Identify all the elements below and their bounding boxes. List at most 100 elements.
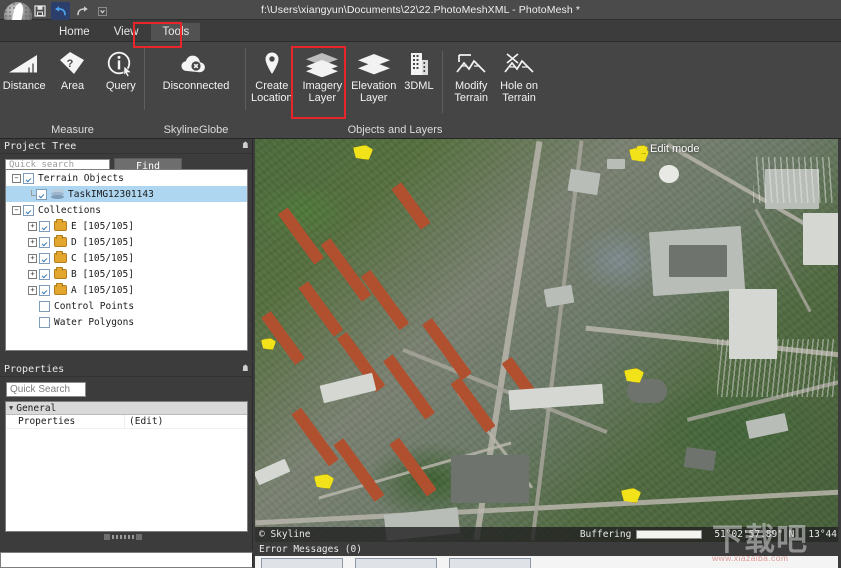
error-messages-panel: Error Messages (0)	[255, 542, 841, 568]
panel-splitter-grip[interactable]	[90, 533, 155, 540]
collapse-icon[interactable]: −	[12, 205, 21, 215]
pin-icon[interactable]: ☗	[243, 141, 248, 151]
tree-item-checkbox[interactable]	[39, 220, 50, 232]
tree-item-checkbox[interactable]	[39, 236, 50, 248]
ribbon-group-measure: Distance ? Area Query Measure	[0, 42, 145, 138]
expand-icon[interactable]: +	[28, 237, 37, 247]
create-location-button[interactable]: Create Location	[247, 45, 297, 104]
error-messages-body[interactable]	[255, 556, 841, 568]
tree-item[interactable]: + E [105/105]	[6, 218, 247, 234]
tree-item[interactable]: + C [105/105]	[6, 250, 247, 266]
layers-stack-icon	[304, 49, 340, 79]
modify-terrain-button[interactable]: Modify Terrain	[447, 45, 495, 104]
tree-item[interactable]: − Collections	[6, 202, 247, 218]
expand-icon[interactable]: +	[28, 253, 37, 263]
distance-label: Distance	[2, 80, 46, 92]
area-button[interactable]: ? Area	[48, 45, 96, 93]
project-tree-list[interactable]: − Terrain Objects TaskIMG12301143 − Collecti…	[5, 169, 248, 351]
error-tab[interactable]	[355, 558, 437, 568]
tree-item-checkbox[interactable]	[23, 172, 34, 184]
edit-mode-label: Edit mode	[650, 143, 700, 155]
tree-item[interactable]: Water Polygons	[6, 314, 247, 330]
properties-group-header[interactable]: ▼ General	[6, 402, 247, 415]
hole-on-terrain-label: Hole on Terrain	[500, 80, 539, 104]
property-row[interactable]: Properties (Edit)	[6, 415, 247, 429]
map-viewport[interactable]: © Skyline Buffering 51°02'57.89" N 13°44	[255, 139, 841, 542]
properties-header: Properties ☗	[0, 362, 252, 377]
tree-item[interactable]: + B [105/105]	[6, 266, 247, 282]
properties-quick-search-input[interactable]: Quick Search	[6, 382, 86, 397]
ribbon-group-skylineglobe: Disconnected SkylineGlobe	[146, 42, 246, 138]
modify-terrain-label: Modify Terrain	[454, 80, 489, 104]
3dml-label: 3DML	[404, 80, 434, 92]
project-tree-title: Project Tree	[4, 140, 77, 152]
map-attribution: © Skyline	[259, 529, 311, 540]
window-title: f:\Users\xiangyun\Documents\22\22.PhotoM…	[260, 3, 580, 16]
hole-on-terrain-button[interactable]: Hole on Terrain	[495, 45, 543, 104]
distance-button[interactable]: Distance	[0, 45, 48, 93]
expand-icon[interactable]: +	[28, 269, 37, 279]
disconnected-button[interactable]: Disconnected	[148, 45, 244, 93]
property-key: Properties	[18, 416, 76, 427]
error-messages-header: Error Messages (0)	[259, 543, 362, 555]
area-question-icon: ?	[57, 49, 87, 79]
buffering-label: Buffering	[579, 529, 632, 540]
group-label-skylineglobe: SkylineGlobe	[163, 124, 229, 136]
properties-grid[interactable]: ▼ General Properties (Edit)	[5, 401, 248, 532]
tab-view[interactable]: View	[103, 23, 150, 42]
properties-title: Properties	[4, 363, 65, 375]
collapse-icon[interactable]: −	[12, 173, 21, 183]
chevron-down-icon: ▼	[9, 404, 14, 412]
expand-icon[interactable]: +	[28, 285, 37, 295]
save-button[interactable]	[30, 2, 49, 20]
error-tab[interactable]	[449, 558, 531, 568]
tree-item-label: TaskIMG12301143	[68, 188, 154, 200]
tab-home[interactable]: Home	[48, 23, 101, 42]
create-location-label: Create Location	[251, 80, 293, 104]
tree-item-checkbox[interactable]	[39, 284, 50, 296]
tree-item[interactable]: Control Points	[6, 298, 247, 314]
tree-item[interactable]: − Terrain Objects	[6, 170, 247, 186]
error-messages-tabs	[261, 558, 531, 568]
error-tab[interactable]	[261, 558, 343, 568]
tree-item[interactable]: TaskIMG12301143	[6, 186, 247, 202]
property-value-edit-link[interactable]: (Edit)	[124, 415, 247, 428]
tree-item-checkbox[interactable]	[23, 204, 34, 216]
ribbon-group-objects-and-layers: Create Location Imagery Layer Elevation …	[247, 42, 543, 138]
aerial-imagery[interactable]	[255, 139, 841, 542]
customize-quick-access-button[interactable]	[93, 2, 112, 20]
group-inner-divider	[442, 51, 444, 113]
svg-text:?: ?	[67, 58, 74, 70]
elevation-layer-button[interactable]: Elevation Layer	[348, 45, 399, 104]
query-label: Query	[105, 80, 136, 92]
pin-icon[interactable]: ☗	[243, 364, 248, 374]
group-label-objects-and-layers: Objects and Layers	[347, 124, 443, 136]
project-tree-panel: Project Tree ☗ Quick search Find − Terrai…	[0, 139, 253, 361]
modify-terrain-icon	[454, 49, 488, 79]
group-label-measure: Measure	[51, 124, 94, 136]
redo-button[interactable]	[72, 2, 91, 20]
layers-stack-icon	[356, 49, 392, 79]
tree-item-checkbox[interactable]	[36, 188, 47, 200]
folder-icon	[54, 283, 67, 295]
map-pin-icon	[262, 49, 282, 79]
tree-item-checkbox[interactable]	[39, 316, 50, 328]
tree-item-checkbox[interactable]	[39, 252, 50, 264]
tree-item-checkbox[interactable]	[39, 268, 50, 280]
tab-tools[interactable]: Tools	[151, 23, 201, 42]
building-icon	[408, 49, 430, 79]
tree-item-checkbox[interactable]	[39, 300, 50, 312]
coordinate-longitude: 13°44	[808, 529, 837, 540]
tree-item[interactable]: + A [105/105]	[6, 282, 247, 298]
hole-terrain-scissors-icon	[502, 49, 536, 79]
undo-button[interactable]	[51, 2, 70, 20]
project-tree-header: Project Tree ☗	[0, 139, 252, 154]
tree-item-label: Terrain Objects	[38, 172, 124, 184]
expand-icon[interactable]: +	[28, 221, 37, 231]
query-button[interactable]: Query	[97, 45, 145, 93]
photomesh-window: f:\Users\xiangyun\Documents\22\22.PhotoM…	[0, 0, 841, 568]
elevation-layer-label: Elevation Layer	[351, 80, 397, 104]
imagery-layer-button[interactable]: Imagery Layer	[297, 45, 348, 104]
3dml-button[interactable]: 3DML	[399, 45, 438, 93]
tree-item[interactable]: + D [105/105]	[6, 234, 247, 250]
